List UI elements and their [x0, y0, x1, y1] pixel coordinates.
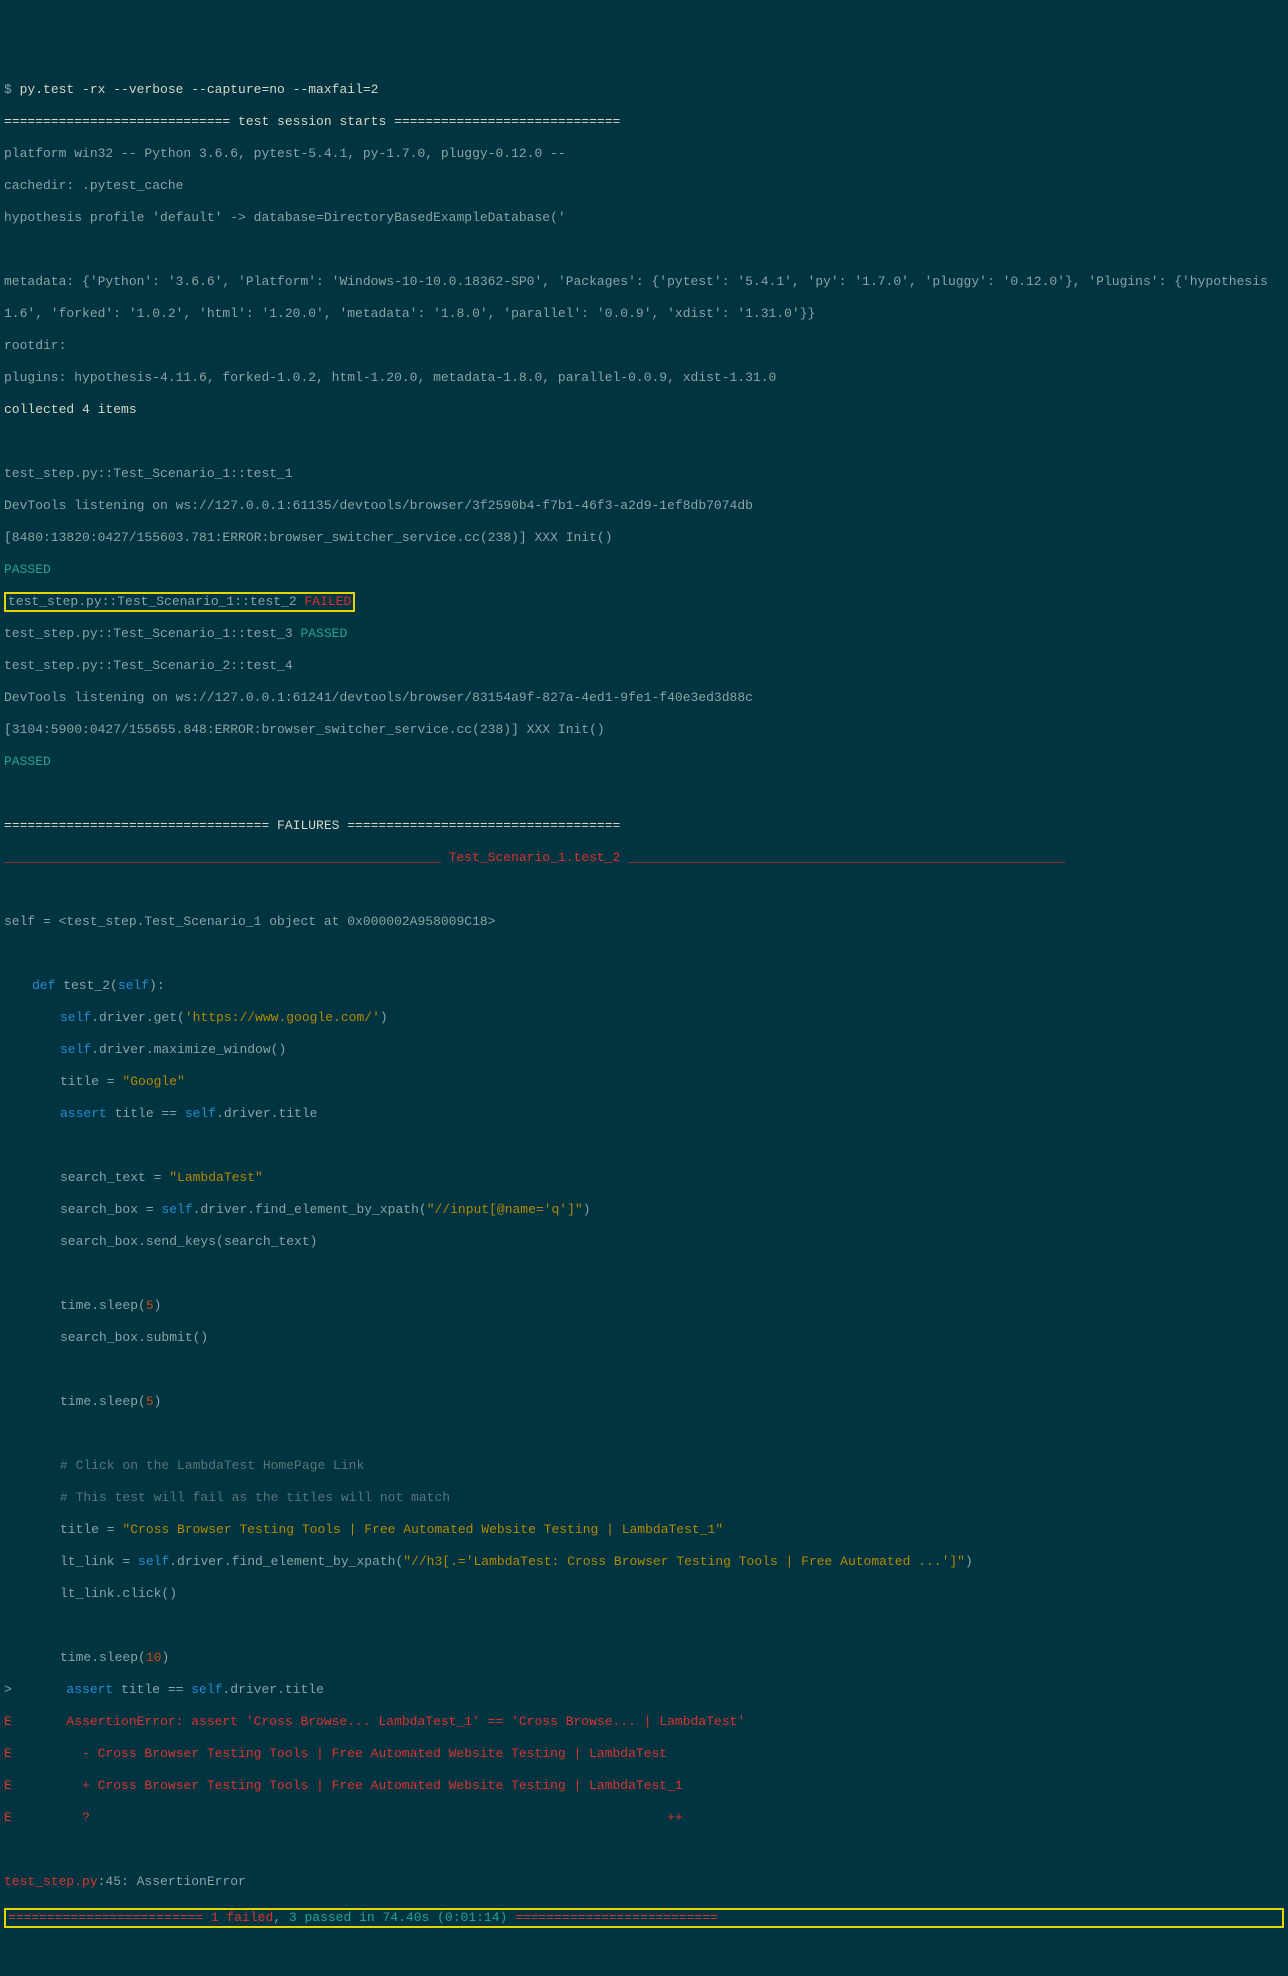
error-line: E + Cross Browser Testing Tools | Free A… — [4, 1778, 1284, 1794]
test-1-status: PASSED — [4, 562, 1284, 578]
code-line: lt_link = self.driver.find_element_by_xp… — [4, 1554, 1284, 1570]
code-comment: # Click on the LambdaTest HomePage Link — [4, 1458, 1284, 1474]
code-line: search_box.submit() — [4, 1330, 1284, 1346]
code-line: search_text = "LambdaTest" — [4, 1170, 1284, 1186]
error-line: E AssertionError: assert 'Cross Browse..… — [4, 1714, 1284, 1730]
plugins-line: plugins: hypothesis-4.11.6, forked-1.0.2… — [4, 370, 1284, 386]
highlight-failed-test: test_step.py::Test_Scenario_1::test_2 FA… — [4, 592, 355, 612]
code-line: search_box.send_keys(search_text) — [4, 1234, 1284, 1250]
test-2-name: test_step.py::Test_Scenario_1::test_2 — [8, 594, 304, 609]
error-line: E ? ++ — [4, 1810, 1284, 1826]
hypothesis-line: hypothesis profile 'default' -> database… — [4, 210, 1284, 226]
devtools-2: DevTools listening on ws://127.0.0.1:612… — [4, 690, 1284, 706]
test-2-status: FAILED — [304, 594, 351, 609]
terminal-output[interactable]: $ py.test -rx --verbose --capture=no --m… — [0, 64, 1288, 1946]
error-log-1: [8480:13820:0427/155603.781:ERROR:browse… — [4, 530, 1284, 546]
test-4-name: test_step.py::Test_Scenario_2::test_4 — [4, 658, 1284, 674]
code-line: time.sleep(5) — [4, 1298, 1284, 1314]
test-3-row: test_step.py::Test_Scenario_1::test_3 PA… — [4, 626, 1284, 642]
code-line: title = "Cross Browser Testing Tools | F… — [4, 1522, 1284, 1538]
assertion-line: > assert title == self.driver.title — [4, 1682, 1284, 1698]
code-line: title = "Google" — [4, 1074, 1284, 1090]
code-line: self.driver.maximize_window() — [4, 1042, 1284, 1058]
command-line: $ py.test -rx --verbose --capture=no --m… — [4, 82, 1284, 98]
test-2-row: test_step.py::Test_Scenario_1::test_2 FA… — [4, 594, 1284, 610]
code-line: time.sleep(5) — [4, 1394, 1284, 1410]
test-3-status: PASSED — [300, 626, 347, 641]
code-comment: # This test will fail as the titles will… — [4, 1490, 1284, 1506]
metadata-line-2: 1.6', 'forked': '1.0.2', 'html': '1.20.0… — [4, 306, 1284, 322]
highlight-summary: ========================= 1 failed, 3 pa… — [4, 1908, 1284, 1928]
test-4-status: PASSED — [4, 754, 1284, 770]
test-1-name: test_step.py::Test_Scenario_1::test_1 — [4, 466, 1284, 482]
code-line: lt_link.click() — [4, 1586, 1284, 1602]
file-reference: test_step.py:45: AssertionError — [4, 1874, 1284, 1890]
code-def: def test_2(self): — [4, 978, 1284, 994]
code-line: search_box = self.driver.find_element_by… — [4, 1202, 1284, 1218]
prompt-symbol: $ — [4, 82, 20, 97]
error-log-2: [3104:5900:0427/155655.848:ERROR:browser… — [4, 722, 1284, 738]
cachedir-line: cachedir: .pytest_cache — [4, 178, 1284, 194]
test-3-name: test_step.py::Test_Scenario_1::test_3 — [4, 626, 300, 641]
summary-line: ========================= 1 failed, 3 pa… — [8, 1910, 1280, 1926]
command-text: py.test -rx --verbose --capture=no --max… — [20, 82, 379, 97]
platform-line: platform win32 -- Python 3.6.6, pytest-5… — [4, 146, 1284, 162]
session-header: ============================= test sessi… — [4, 114, 1284, 130]
code-line: time.sleep(10) — [4, 1650, 1284, 1666]
devtools-1: DevTools listening on ws://127.0.0.1:611… — [4, 498, 1284, 514]
self-repr: self = <test_step.Test_Scenario_1 object… — [4, 914, 1284, 930]
metadata-line-1: metadata: {'Python': '3.6.6', 'Platform'… — [4, 274, 1284, 290]
error-line: E - Cross Browser Testing Tools | Free A… — [4, 1746, 1284, 1762]
code-line: self.driver.get('https://www.google.com/… — [4, 1010, 1284, 1026]
code-line: assert title == self.driver.title — [4, 1106, 1284, 1122]
failures-header: ================================== FAILU… — [4, 818, 1284, 834]
collected-line: collected 4 items — [4, 402, 1284, 418]
rootdir-line: rootdir: — [4, 338, 1284, 354]
failure-title-line: ________________________________________… — [4, 850, 1284, 866]
